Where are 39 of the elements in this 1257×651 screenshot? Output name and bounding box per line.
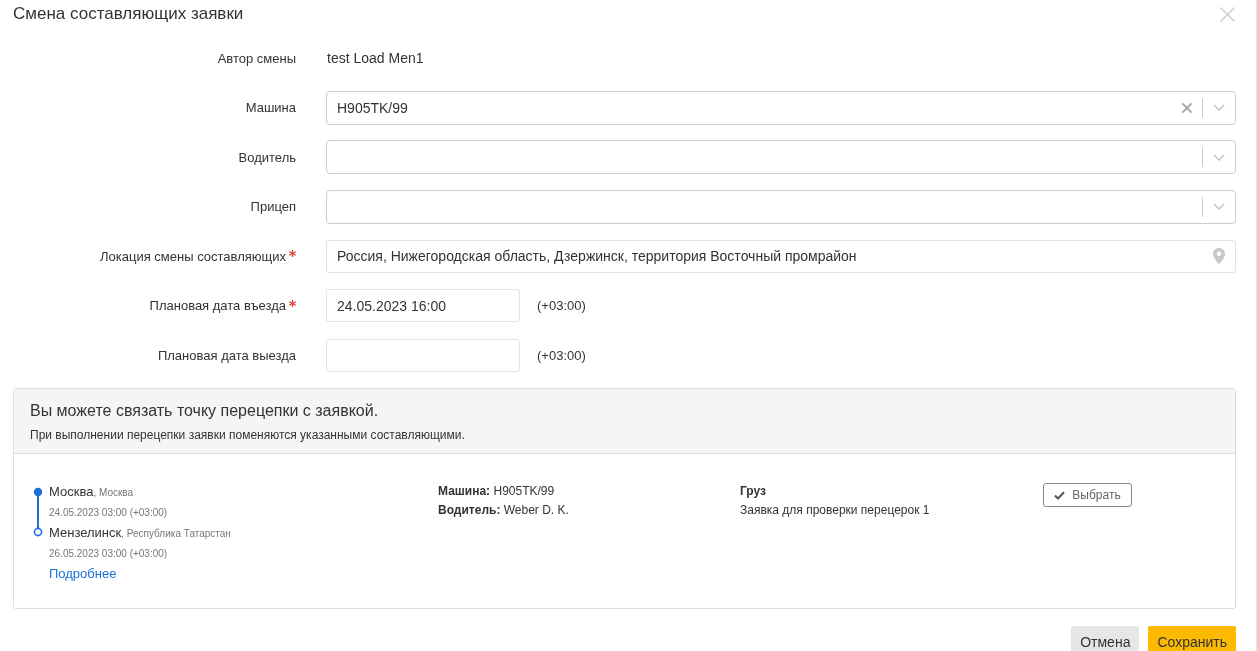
clear-icon[interactable] — [1182, 102, 1192, 113]
date-input[interactable] — [326, 338, 520, 372]
details-link[interactable]: Подробнее — [49, 564, 117, 584]
stop-time: 24.05.2023 03:00 (+03:00) — [49, 506, 169, 520]
close-icon[interactable] — [1220, 6, 1235, 22]
stop-name: Москва, Москва — [49, 483, 135, 501]
select-field[interactable]: H905TK/99 — [326, 90, 1236, 125]
location-field[interactable]: Россия, Нижегородская область, Дзержинск, территория Восточный промрайон — [326, 239, 1236, 273]
field-label: Плановая дата въезда — [149, 298, 286, 313]
field-label: Автор смены — [217, 50, 296, 66]
select-field[interactable] — [326, 189, 1236, 224]
field-label: Машина — [245, 100, 296, 115]
select-field[interactable] — [326, 140, 1236, 174]
stop-name: Мензелинск, Республика Татарстан — [49, 524, 231, 542]
field-label: Водитель — [238, 149, 296, 165]
date-input[interactable]: 24.05.2023 16:00 — [326, 289, 520, 322]
field-label: Прицеп — [250, 199, 296, 214]
field-label: Локация смены составляющих — [100, 248, 286, 264]
driver-info: Водитель: Weber D. K. — [438, 502, 570, 519]
route-timeline-icon — [33, 487, 43, 537]
chevron-down-icon[interactable] — [1213, 104, 1225, 111]
select-button[interactable]: Выбрать — [1043, 483, 1132, 507]
panel-heading: Вы можете связать точку перецепки с заявкой. — [30, 401, 380, 421]
map-pin-icon[interactable] — [1213, 247, 1225, 264]
cancel-button[interactable]: Отмена — [1071, 626, 1140, 651]
timezone-label: (+03:00) — [537, 298, 586, 313]
cargo-title: Груз — [740, 483, 767, 500]
author-name: test Load Men1 — [326, 50, 425, 66]
vehicle-info: Машина: H905TK/99 — [438, 483, 556, 500]
chevron-down-icon[interactable] — [1213, 153, 1225, 161]
chevron-down-icon[interactable] — [1213, 203, 1225, 210]
check-icon — [1054, 490, 1066, 500]
field-label: Плановая дата выезда — [157, 347, 296, 363]
panel-note: При выполнении перецепки заявки поменяются указанными составляющими. — [30, 427, 466, 443]
save-button[interactable]: Сохранить — [1148, 626, 1236, 651]
stop-time: 26.05.2023 03:00 (+03:00) — [49, 547, 169, 561]
timezone-label: (+03:00) — [537, 347, 586, 363]
dialog-title: Смена составляющих заявки — [13, 3, 244, 25]
cargo-name: Заявка для проверки перецерок 1 — [740, 502, 931, 519]
